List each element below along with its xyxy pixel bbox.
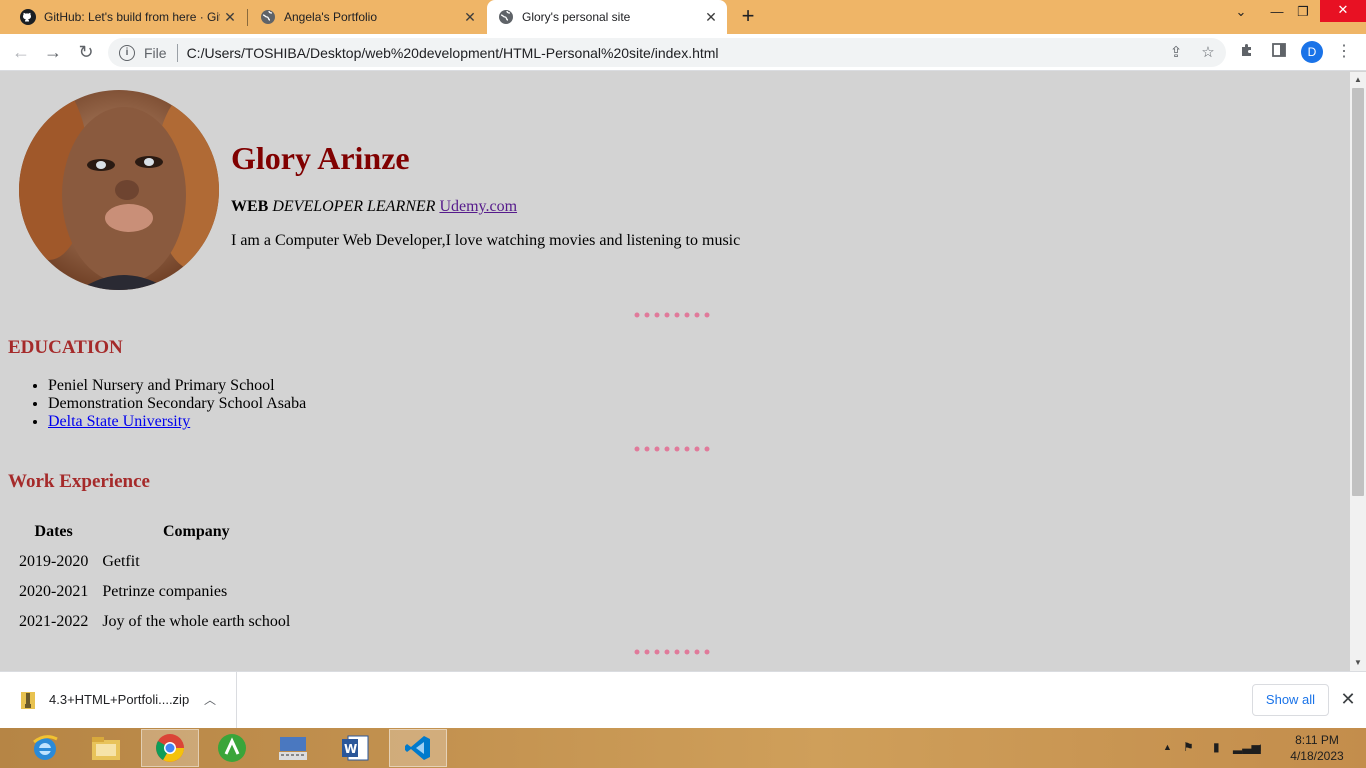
restore-button[interactable]: ❐ <box>1286 0 1320 34</box>
side-panel-icon[interactable] <box>1269 42 1289 62</box>
tab-title: Angela's Portfolio <box>284 10 378 24</box>
url-text[interactable]: C:/Users/TOSHIBA/Desktop/web%20developme… <box>187 45 719 61</box>
table-header-row: Dates Company <box>13 518 296 546</box>
list-item: Delta State University <box>48 413 306 431</box>
info-icon[interactable]: i <box>119 44 135 61</box>
microsoft-word-icon[interactable]: W <box>326 729 384 767</box>
battery-icon[interactable]: ▮ <box>1213 740 1220 754</box>
green-app-icon[interactable] <box>203 729 261 767</box>
role-bold: WEB <box>231 198 269 215</box>
github-icon <box>20 9 36 25</box>
windows-taskbar: W ▲ ⚑ ▮ ▂▃▅ 🔈︎ 8:11 PM 4/18/2023 <box>0 728 1366 768</box>
forward-arrow-icon[interactable]: → <box>41 40 65 64</box>
clock-date: 4/18/2023 <box>1290 749 1344 763</box>
clock-time: 8:11 PM <box>1295 733 1339 747</box>
globe-icon <box>260 9 276 25</box>
list-item: Peniel Nursery and Primary School <box>48 377 306 395</box>
company-cell: Joy of the whole earth school <box>102 613 291 630</box>
download-file-name: 4.3+HTML+Portfoli....zip <box>49 692 190 707</box>
tab-angelas-portfolio[interactable]: Angela's Portfolio ✕ <box>248 0 486 34</box>
divider <box>176 43 178 62</box>
reload-icon[interactable]: ↻ <box>74 40 98 64</box>
date-cell: 2021-2022 <box>19 613 89 630</box>
tab-title: GitHub: Let's build from here · GitHub <box>44 10 220 24</box>
share-icon[interactable]: ⇪ <box>1167 44 1185 62</box>
volume-icon[interactable]: 🔈︎ <box>1257 740 1264 755</box>
role-italic: DEVELOPER LEARNER <box>272 198 436 215</box>
web-page: Glory Arinze WEB DEVELOPER LEARNER Udemy… <box>0 72 1350 671</box>
scroll-up-icon[interactable]: ▲ <box>1350 72 1366 88</box>
vertical-scrollbar[interactable]: ▲ ▼ <box>1350 72 1366 671</box>
role-line: WEB DEVELOPER LEARNER Udemy.com <box>231 198 517 216</box>
close-icon[interactable]: ✕ <box>462 9 478 25</box>
table-row: 2019-2020 Getfit <box>13 548 296 576</box>
close-icon[interactable]: ✕ <box>222 9 238 25</box>
globe-icon <box>498 9 514 25</box>
download-item[interactable]: 4.3+HTML+Portfoli....zip ︿ <box>0 672 237 728</box>
education-list: Peniel Nursery and Primary School Demons… <box>48 377 306 431</box>
intro-text: I am a Computer Web Developer,I love wat… <box>231 232 741 249</box>
profile-avatar[interactable]: D <box>1301 41 1323 63</box>
tab-title: Glory's personal site <box>522 10 631 24</box>
file-explorer-icon[interactable] <box>77 729 135 767</box>
menu-kebab-icon[interactable]: ⋮ <box>1334 42 1354 62</box>
dotted-divider <box>634 312 710 318</box>
url-scheme: File <box>144 44 167 61</box>
scroll-down-icon[interactable]: ▼ <box>1350 655 1366 671</box>
education-heading: EDUCATION <box>8 337 123 358</box>
address-bar[interactable]: i File C:/Users/TOSHIBA/Desktop/web%20de… <box>108 38 1226 67</box>
delta-state-university-link[interactable]: Delta State University <box>48 413 190 430</box>
work-experience-heading: Work Experience <box>8 471 150 492</box>
tab-search-chevron-icon[interactable]: ⌄ <box>1224 0 1258 34</box>
list-item: Demonstration Secondary School Asaba <box>48 395 306 413</box>
tray-overflow-icon[interactable]: ▲ <box>1163 742 1172 752</box>
browser-toolbar: ← → ↻ i File C:/Users/TOSHIBA/Desktop/we… <box>0 34 1366 71</box>
internet-explorer-icon[interactable] <box>16 729 74 767</box>
tab-strip: GitHub: Let's build from here · GitHub ✕… <box>0 0 1366 34</box>
column-header: Company <box>162 523 230 540</box>
new-tab-button[interactable]: + <box>736 5 760 29</box>
action-center-flag-icon[interactable]: ⚑ <box>1183 740 1194 754</box>
close-window-button[interactable]: ✕ <box>1320 0 1366 22</box>
chrome-icon[interactable] <box>141 729 199 767</box>
date-cell: 2020-2021 <box>19 583 89 600</box>
scrollbar-thumb[interactable] <box>1352 88 1364 496</box>
dotted-divider <box>634 649 710 655</box>
system-clock[interactable]: 8:11 PM 4/18/2023 <box>1282 732 1352 764</box>
extensions-puzzle-icon[interactable] <box>1237 42 1257 62</box>
show-all-button[interactable]: Show all <box>1252 684 1329 716</box>
tab-github[interactable]: GitHub: Let's build from here · GitHub ✕ <box>0 0 246 34</box>
company-cell: Petrinze companies <box>102 583 228 600</box>
chevron-up-icon[interactable]: ︿ <box>204 691 216 708</box>
dotted-divider <box>634 446 710 452</box>
bookmark-star-icon[interactable]: ☆ <box>1199 44 1217 62</box>
table-row: 2020-2021 Petrinze companies <box>13 578 296 606</box>
tab-glorys-personal-site[interactable]: Glory's personal site ✕ <box>487 0 727 34</box>
column-header: Dates <box>34 523 73 540</box>
download-bar: 4.3+HTML+Portfoli....zip ︿ Show all ✕ <box>0 671 1366 728</box>
table-row: 2021-2022 Joy of the whole earth school <box>13 608 296 636</box>
on-screen-keyboard-icon[interactable] <box>264 729 322 767</box>
close-icon[interactable]: ✕ <box>703 9 719 25</box>
zip-file-icon <box>21 692 35 709</box>
back-arrow-icon[interactable]: ← <box>9 40 33 64</box>
svg-text:W: W <box>344 742 357 756</box>
udemy-link[interactable]: Udemy.com <box>439 198 517 215</box>
work-table: Dates Company 2019-2020 Getfit 2020-2021… <box>11 516 298 638</box>
vscode-icon[interactable] <box>389 729 447 767</box>
profile-photo <box>19 90 219 290</box>
date-cell: 2019-2020 <box>19 553 89 570</box>
page-title: Glory Arinze <box>231 140 410 176</box>
close-icon[interactable]: ✕ <box>1339 688 1357 710</box>
company-cell: Getfit <box>102 553 140 570</box>
